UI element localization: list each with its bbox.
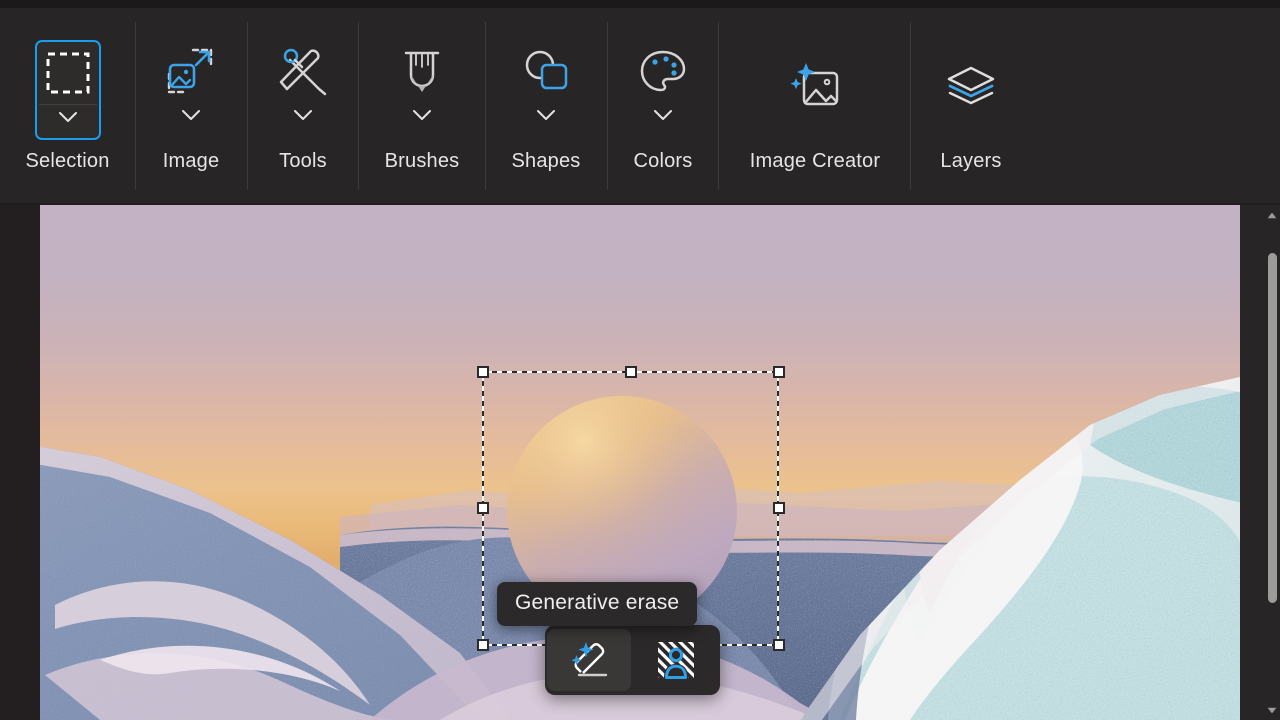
ribbon-divider	[910, 22, 911, 190]
layers-stack-icon	[944, 40, 998, 132]
handle-middle-right[interactable]	[773, 502, 785, 514]
ribbon-group-layers[interactable]: Layers	[918, 16, 1024, 211]
generative-erase-button[interactable]	[547, 629, 631, 691]
chevron-down-icon[interactable]	[58, 104, 77, 130]
handle-top-right[interactable]	[773, 366, 785, 378]
pencil-eyedropper-icon	[278, 40, 328, 102]
ribbon-group-image[interactable]: Image	[143, 16, 239, 211]
ribbon-divider	[607, 22, 608, 190]
vertical-scrollbar[interactable]	[1264, 205, 1280, 720]
canvas-right-gutter	[1240, 205, 1264, 720]
ribbon-toolbar: Selection Image Tools Brushes Shapes Col…	[0, 8, 1280, 213]
scrollbar-thumb[interactable]	[1268, 253, 1277, 603]
scroll-up-arrow-icon[interactable]	[1264, 207, 1280, 223]
image-creator-button[interactable]	[770, 40, 860, 140]
ribbon-label-selection: Selection	[25, 150, 110, 172]
chevron-down-icon[interactable]	[294, 102, 312, 128]
button-separator	[38, 104, 97, 105]
ribbon-group-selection[interactable]: Selection	[20, 16, 115, 211]
sparkle-image-icon	[787, 40, 843, 132]
selection-floating-toolbar[interactable]	[545, 625, 720, 695]
paint-brush-icon	[400, 40, 444, 102]
selection-tool-button[interactable]	[34, 40, 101, 140]
handle-bottom-left[interactable]	[477, 639, 489, 651]
ribbon-label-image-creator: Image Creator	[749, 150, 881, 172]
ribbon-label-layers: Layers	[940, 150, 1002, 172]
tooltip: Generative erase	[497, 582, 698, 626]
ribbon-divider	[718, 22, 719, 190]
color-palette-icon	[639, 40, 687, 102]
circle-square-shapes-icon	[522, 40, 570, 102]
ribbon-label-colors: Colors	[633, 150, 693, 172]
ribbon-group-tools[interactable]: Tools	[255, 16, 351, 211]
colors-tool-button[interactable]	[630, 40, 696, 140]
layers-button[interactable]	[938, 40, 1004, 140]
ribbon-group-brushes[interactable]: Brushes	[367, 16, 477, 211]
generative-erase-icon	[571, 642, 607, 677]
ribbon-divider	[358, 22, 359, 190]
image-tool-button[interactable]	[158, 40, 224, 140]
remove-background-button[interactable]	[635, 629, 719, 691]
image-resize-icon	[166, 40, 216, 102]
remove-background-icon	[658, 642, 695, 679]
title-bar-strip	[0, 0, 1280, 8]
canvas-left-gutter	[0, 205, 40, 720]
tools-tool-button[interactable]	[270, 40, 336, 140]
scroll-down-arrow-icon[interactable]	[1264, 702, 1280, 718]
ribbon-label-image: Image	[162, 150, 220, 172]
ribbon-divider	[135, 22, 136, 190]
ribbon-group-image-creator[interactable]: Image Creator	[726, 16, 904, 211]
ribbon-divider	[247, 22, 248, 190]
ribbon-label-brushes: Brushes	[384, 150, 460, 172]
rectangular-selection-icon	[45, 42, 91, 104]
ribbon-label-shapes: Shapes	[511, 150, 581, 172]
brushes-tool-button[interactable]	[389, 40, 455, 140]
paint-app-window: Selection Image Tools Brushes Shapes Col…	[0, 0, 1280, 720]
chevron-down-icon[interactable]	[537, 102, 555, 128]
ribbon-label-tools: Tools	[279, 150, 327, 172]
ribbon-divider	[485, 22, 486, 190]
handle-top-left[interactable]	[477, 366, 489, 378]
ribbon-group-colors[interactable]: Colors	[615, 16, 711, 211]
ribbon-group-shapes[interactable]: Shapes	[493, 16, 599, 211]
chevron-down-icon[interactable]	[654, 102, 672, 128]
handle-bottom-right[interactable]	[773, 639, 785, 651]
chevron-down-icon[interactable]	[413, 102, 431, 128]
chevron-down-icon[interactable]	[182, 102, 200, 128]
handle-middle-left[interactable]	[477, 502, 489, 514]
handle-top-center[interactable]	[625, 366, 637, 378]
shapes-tool-button[interactable]	[513, 40, 579, 140]
